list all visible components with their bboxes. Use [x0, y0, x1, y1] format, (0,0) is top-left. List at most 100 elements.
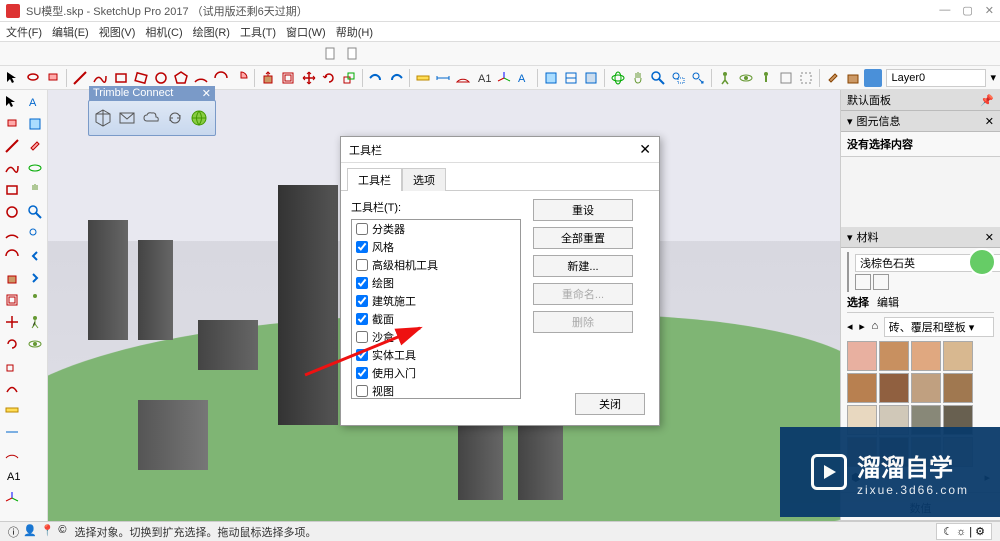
protractor-icon[interactable]: [454, 68, 472, 88]
toolbar-item[interactable]: 截面: [352, 310, 520, 328]
material-fwd-icon[interactable]: ▸: [859, 320, 869, 334]
swatch[interactable]: [911, 373, 941, 403]
section-cut-icon[interactable]: [582, 68, 600, 88]
lt-next-icon[interactable]: [25, 268, 45, 288]
lt-dim-icon[interactable]: [2, 422, 22, 442]
reset-button[interactable]: 重设: [533, 199, 633, 221]
lt-offset-icon[interactable]: [2, 290, 22, 310]
tape-icon[interactable]: [414, 68, 432, 88]
tray-pin-icon[interactable]: 📌: [980, 94, 994, 107]
materials-tab-edit[interactable]: 编辑: [877, 294, 899, 310]
rotated-rect-icon[interactable]: [132, 68, 150, 88]
lt-followme-icon[interactable]: [2, 378, 22, 398]
window-maximize[interactable]: ▢: [962, 4, 972, 17]
toolbar-item-checkbox[interactable]: [356, 223, 368, 235]
toolbar-item[interactable]: 风格: [352, 238, 520, 256]
toolbar-item-checkbox[interactable]: [356, 385, 368, 397]
lt-pan-icon[interactable]: [25, 180, 45, 200]
trimble-cloud-icon[interactable]: [141, 108, 161, 128]
trimble-connect-panel[interactable]: Trimble Connect ✕: [88, 100, 216, 136]
component-icon[interactable]: [844, 68, 862, 88]
reset-all-button[interactable]: 全部重置: [533, 227, 633, 249]
3dtext-icon[interactable]: A: [515, 68, 533, 88]
circle-icon[interactable]: [152, 68, 170, 88]
doc-icon[interactable]: [321, 44, 341, 64]
toolbar-item-checkbox[interactable]: [356, 277, 368, 289]
toolbar-item-checkbox[interactable]: [356, 295, 368, 307]
toolbar-item[interactable]: 使用入门: [352, 364, 520, 382]
sb-credit-icon[interactable]: ©: [58, 524, 66, 540]
menu-tools[interactable]: 工具(T): [240, 24, 276, 40]
lt-circle-icon[interactable]: [2, 202, 22, 222]
layer-manager-icon[interactable]: [864, 69, 882, 87]
section-icon[interactable]: [542, 68, 560, 88]
freehand-icon[interactable]: [91, 68, 109, 88]
trimble-globe-icon[interactable]: [189, 108, 209, 128]
window-close[interactable]: ✕: [985, 4, 994, 17]
undo-icon[interactable]: [367, 68, 385, 88]
dialog-close-icon[interactable]: ✕: [639, 141, 651, 158]
lt-zoomwin-icon[interactable]: [25, 224, 45, 244]
trimble-sync-icon[interactable]: [165, 108, 185, 128]
lt-rect-icon[interactable]: [2, 180, 22, 200]
lt-line-icon[interactable]: [2, 136, 22, 156]
toolbar-item[interactable]: 高级相机工具: [352, 256, 520, 274]
menu-window[interactable]: 窗口(W): [286, 24, 326, 40]
entity-close-icon[interactable]: ✕: [985, 115, 994, 128]
scale-icon[interactable]: [340, 68, 358, 88]
redo-icon[interactable]: [387, 68, 405, 88]
material-category-dropdown[interactable]: 砖、覆层和壁板 ▾: [884, 317, 994, 337]
material-preview[interactable]: [847, 252, 849, 292]
trimble-close-icon[interactable]: ✕: [202, 87, 211, 100]
material-sample-icon[interactable]: [873, 274, 889, 290]
entity-info-header[interactable]: ▾ 图元信息 ✕: [841, 111, 1000, 132]
pan-icon[interactable]: [629, 68, 647, 88]
position-camera-icon[interactable]: [757, 68, 775, 88]
lt-select-icon[interactable]: [2, 92, 22, 112]
materials-close-icon[interactable]: ✕: [985, 231, 994, 244]
lasso-icon[interactable]: [24, 68, 42, 88]
arc-icon[interactable]: [192, 68, 210, 88]
sb-help-icon[interactable]: ⓘ: [8, 524, 19, 540]
dialog-tab-toolbars[interactable]: 工具栏: [347, 168, 402, 191]
swatch[interactable]: [911, 341, 941, 371]
lt-freehand-icon[interactable]: [2, 158, 22, 178]
lt-section-icon[interactable]: [25, 114, 45, 134]
lt-3dtext-icon[interactable]: A: [25, 92, 45, 112]
lt-walk-icon[interactable]: [25, 312, 45, 332]
rotate-icon[interactable]: [320, 68, 338, 88]
orbit-icon[interactable]: [609, 68, 627, 88]
green-badge-icon[interactable]: [968, 248, 996, 276]
materials-tab-select[interactable]: 选择: [847, 294, 869, 310]
lt-move-icon[interactable]: [2, 312, 22, 332]
materials-header[interactable]: ▾ 材料 ✕: [841, 227, 1000, 248]
toolbar-item-checkbox[interactable]: [356, 331, 368, 343]
lt-tape-icon[interactable]: [2, 400, 22, 420]
eraser-icon[interactable]: [44, 68, 62, 88]
zoom-window-icon[interactable]: [669, 68, 687, 88]
lt-push-icon[interactable]: [2, 268, 22, 288]
pushpull-icon[interactable]: [259, 68, 277, 88]
layer-dropdown[interactable]: [886, 69, 986, 87]
toolbar-item[interactable]: 视图: [352, 382, 520, 399]
lt-zoom-icon[interactable]: [25, 202, 45, 222]
material-create-icon[interactable]: [855, 274, 871, 290]
menu-draw[interactable]: 绘图(R): [193, 24, 230, 40]
toolbar-item[interactable]: 实体工具: [352, 346, 520, 364]
look-icon[interactable]: [736, 68, 754, 88]
lt-paint-icon[interactable]: [25, 136, 45, 156]
new-button[interactable]: 新建...: [533, 255, 633, 277]
menu-file[interactable]: 文件(F): [6, 24, 42, 40]
polygon-icon[interactable]: [172, 68, 190, 88]
menu-camera[interactable]: 相机(C): [145, 24, 182, 40]
lt-look-icon[interactable]: [25, 334, 45, 354]
toolbar-item[interactable]: 绘图: [352, 274, 520, 292]
lt-orbit-icon[interactable]: [25, 158, 45, 178]
material-back-icon[interactable]: ◂: [847, 320, 857, 334]
doc-icon-2[interactable]: [343, 44, 363, 64]
zoom-extents-icon[interactable]: [689, 68, 707, 88]
window-minimize[interactable]: —: [939, 4, 950, 17]
paint-icon[interactable]: [824, 68, 842, 88]
trimble-cube-icon[interactable]: [93, 108, 113, 128]
lt-axes-icon[interactable]: [2, 488, 22, 508]
